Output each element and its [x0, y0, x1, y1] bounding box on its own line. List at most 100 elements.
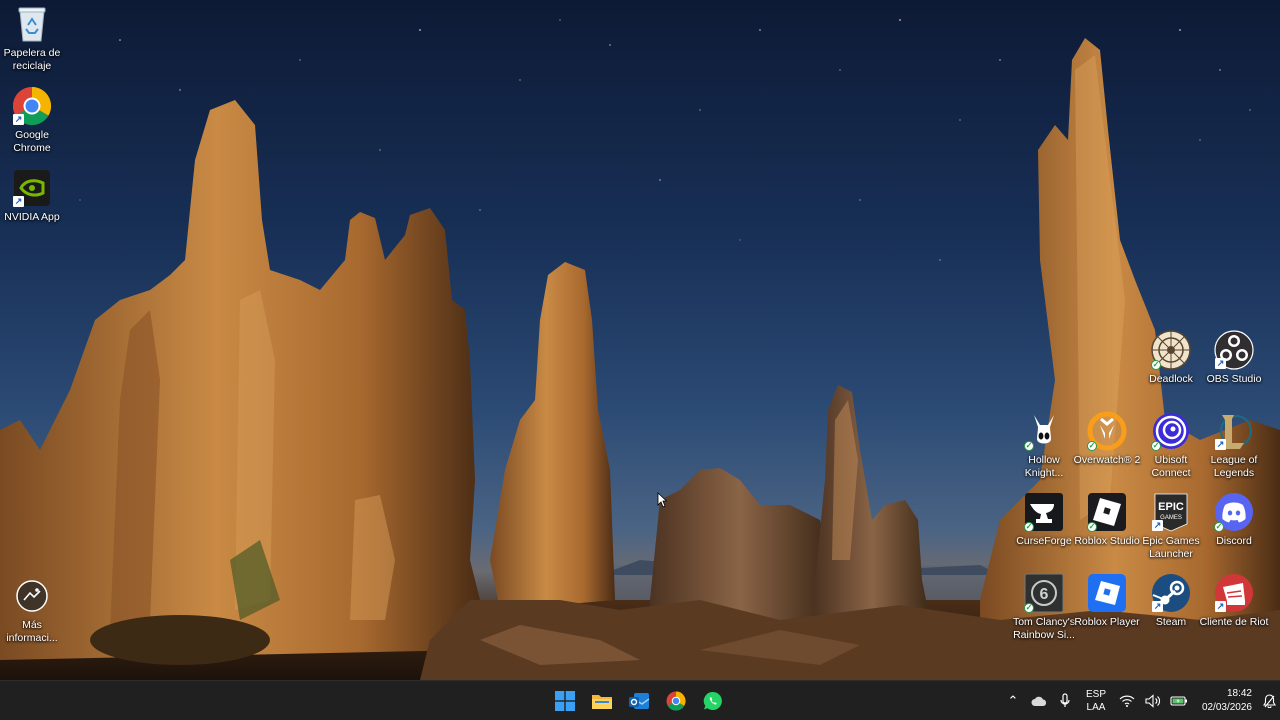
discord-icon: ✓	[1214, 492, 1254, 532]
sync-check-icon: ✓	[1024, 603, 1034, 613]
sync-check-icon: ✓	[1087, 441, 1097, 451]
input-language-indicator[interactable]: ESP LAA	[1078, 688, 1114, 714]
clock-time: 18:42	[1226, 688, 1252, 699]
deadlock-icon: ✓	[1151, 330, 1191, 370]
roblox-studio-desktop-shortcut[interactable]: ✓ Roblox Studio	[1074, 492, 1140, 548]
r6-logo-text: 6	[1040, 586, 1049, 603]
roblox-player-desktop-shortcut[interactable]: Roblox Player	[1074, 573, 1140, 629]
wifi-icon	[1119, 695, 1135, 707]
discord-label: Discord	[1216, 535, 1252, 547]
sync-check-icon: ✓	[1214, 522, 1224, 532]
network-tray-button[interactable]	[1114, 681, 1140, 720]
shortcut-arrow-icon: ↗	[1152, 601, 1163, 612]
speaker-icon	[1145, 694, 1160, 708]
riot-client-icon: ↗	[1214, 573, 1254, 613]
rainbow-six-icon: 6 ✓	[1024, 573, 1064, 613]
overwatch-2-desktop-shortcut[interactable]: ✓ Overwatch® 2	[1074, 411, 1140, 467]
riot-client-desktop-shortcut[interactable]: ↗ Cliente de Riot	[1200, 573, 1268, 629]
obs-studio-desktop-shortcut[interactable]: ↗ OBS Studio	[1202, 330, 1266, 386]
roblox-studio-label: Roblox Studio	[1074, 535, 1140, 547]
cloud-icon	[1031, 696, 1047, 706]
steam-icon: ↗	[1151, 573, 1191, 613]
outlook-button[interactable]	[622, 683, 655, 719]
taskbar-pinned-apps	[548, 681, 729, 720]
google-chrome-label: Google Chrome	[13, 129, 51, 154]
battery-tray-button[interactable]	[1166, 681, 1192, 720]
google-chrome-desktop-shortcut[interactable]: ↗ Google Chrome	[0, 86, 64, 155]
rainbow-six-desktop-shortcut[interactable]: 6 ✓ Tom Clancy's Rainbow Si...	[1012, 573, 1076, 642]
mas-informacion-label: Más informaci...	[6, 619, 58, 644]
notifications-button[interactable]	[1258, 681, 1280, 720]
overwatch-icon: ✓	[1087, 411, 1127, 451]
riot-client-label: Cliente de Riot	[1199, 616, 1269, 628]
shortcut-arrow-icon: ↗	[13, 196, 24, 207]
hollow-knight-desktop-shortcut[interactable]: ✓ Hollow Knight...	[1012, 411, 1076, 480]
steam-desktop-shortcut[interactable]: ↗ Steam	[1139, 573, 1203, 629]
chevron-up-icon: ⌃	[1007, 693, 1019, 708]
roblox-player-icon	[1087, 573, 1127, 613]
battery-charging-icon	[1170, 696, 1187, 706]
onedrive-tray-button[interactable]	[1026, 681, 1052, 720]
chrome-icon: ↗	[12, 86, 52, 126]
curseforge-icon: ✓	[1024, 492, 1064, 532]
ubisoft-icon: ✓	[1151, 411, 1191, 451]
ubisoft-connect-label: Ubisoft Connect	[1151, 454, 1191, 479]
curseforge-desktop-shortcut[interactable]: ✓ CurseForge	[1012, 492, 1076, 548]
epic-games-icon: EPIC GAMES ↗	[1151, 492, 1191, 532]
shortcut-arrow-icon: ↗	[1215, 439, 1226, 450]
obs-icon: ↗	[1214, 330, 1254, 370]
file-explorer-button[interactable]	[585, 683, 618, 719]
show-hidden-icons-button[interactable]: ⌃	[1000, 681, 1026, 720]
chrome-taskbar-button[interactable]	[659, 683, 692, 719]
league-of-legends-label: League of Legends	[1210, 454, 1258, 479]
nvidia-app-desktop-shortcut[interactable]: ↗ NVIDIA App	[0, 168, 64, 224]
hollow-knight-label: Hollow Knight...	[1024, 454, 1064, 479]
nvidia-icon: ↗	[12, 168, 52, 208]
clock-date: 02/03/2026	[1201, 702, 1252, 713]
epic-logo-subtext: GAMES	[1160, 515, 1182, 521]
sync-check-icon: ✓	[1087, 522, 1097, 532]
system-tray: ⌃ ESP LAA 18:42 02/03/2026	[1000, 681, 1280, 720]
keyboard-layout-code: LAA	[1086, 702, 1106, 713]
shortcut-arrow-icon: ↗	[13, 114, 24, 125]
mouse-cursor-icon	[657, 492, 668, 513]
mas-informacion-desktop-shortcut[interactable]: Más informaci...	[0, 576, 64, 645]
outlook-icon	[628, 693, 649, 709]
roblox-studio-icon: ✓	[1087, 492, 1127, 532]
whatsapp-button[interactable]	[696, 683, 729, 719]
league-of-legends-desktop-shortcut[interactable]: ↗ League of Legends	[1202, 411, 1266, 480]
sync-check-icon: ✓	[1024, 522, 1034, 532]
microphone-tray-button[interactable]	[1052, 681, 1078, 720]
epic-games-launcher-label: Epic Games Launcher	[1142, 535, 1200, 560]
league-of-legends-icon: ↗	[1214, 411, 1254, 451]
clock[interactable]: 18:42 02/03/2026	[1192, 687, 1252, 715]
microphone-icon	[1060, 693, 1070, 707]
sync-check-icon: ✓	[1151, 360, 1161, 370]
roblox-player-label: Roblox Player	[1074, 616, 1140, 628]
recycle-bin-icon	[12, 4, 52, 44]
rainbow-six-label: Tom Clancy's Rainbow Si...	[1012, 616, 1076, 641]
epic-games-launcher-desktop-shortcut[interactable]: EPIC GAMES ↗ Epic Games Launcher	[1139, 492, 1203, 561]
recycle-bin-icon-shortcut[interactable]: Papelera de reciclaje	[0, 4, 64, 73]
spotlight-info-icon	[12, 576, 52, 616]
shortcut-arrow-icon: ↗	[1215, 358, 1226, 369]
start-button[interactable]	[548, 683, 581, 719]
discord-desktop-shortcut[interactable]: ✓ Discord	[1202, 492, 1266, 548]
recycle-bin-label: Papelera de reciclaje	[3, 47, 61, 72]
volume-tray-button[interactable]	[1140, 681, 1166, 720]
language-code: ESP	[1085, 689, 1106, 700]
notification-bell-icon	[1262, 694, 1276, 708]
chrome-icon	[666, 691, 686, 711]
hollow-knight-icon: ✓	[1024, 411, 1064, 451]
shortcut-arrow-icon: ↗	[1152, 520, 1163, 531]
sync-check-icon: ✓	[1024, 441, 1034, 451]
taskbar: ⌃ ESP LAA 18:42 02/03/2026	[0, 680, 1280, 720]
epic-logo-text: EPIC	[1158, 501, 1184, 513]
shortcut-arrow-icon: ↗	[1215, 601, 1226, 612]
file-explorer-icon	[591, 695, 612, 709]
sync-check-icon: ✓	[1151, 441, 1161, 451]
deadlock-desktop-shortcut[interactable]: ✓ Deadlock	[1139, 330, 1203, 386]
overwatch-2-label: Overwatch® 2	[1073, 454, 1141, 466]
nvidia-app-label: NVIDIA App	[4, 211, 60, 223]
ubisoft-connect-desktop-shortcut[interactable]: ✓ Ubisoft Connect	[1139, 411, 1203, 480]
